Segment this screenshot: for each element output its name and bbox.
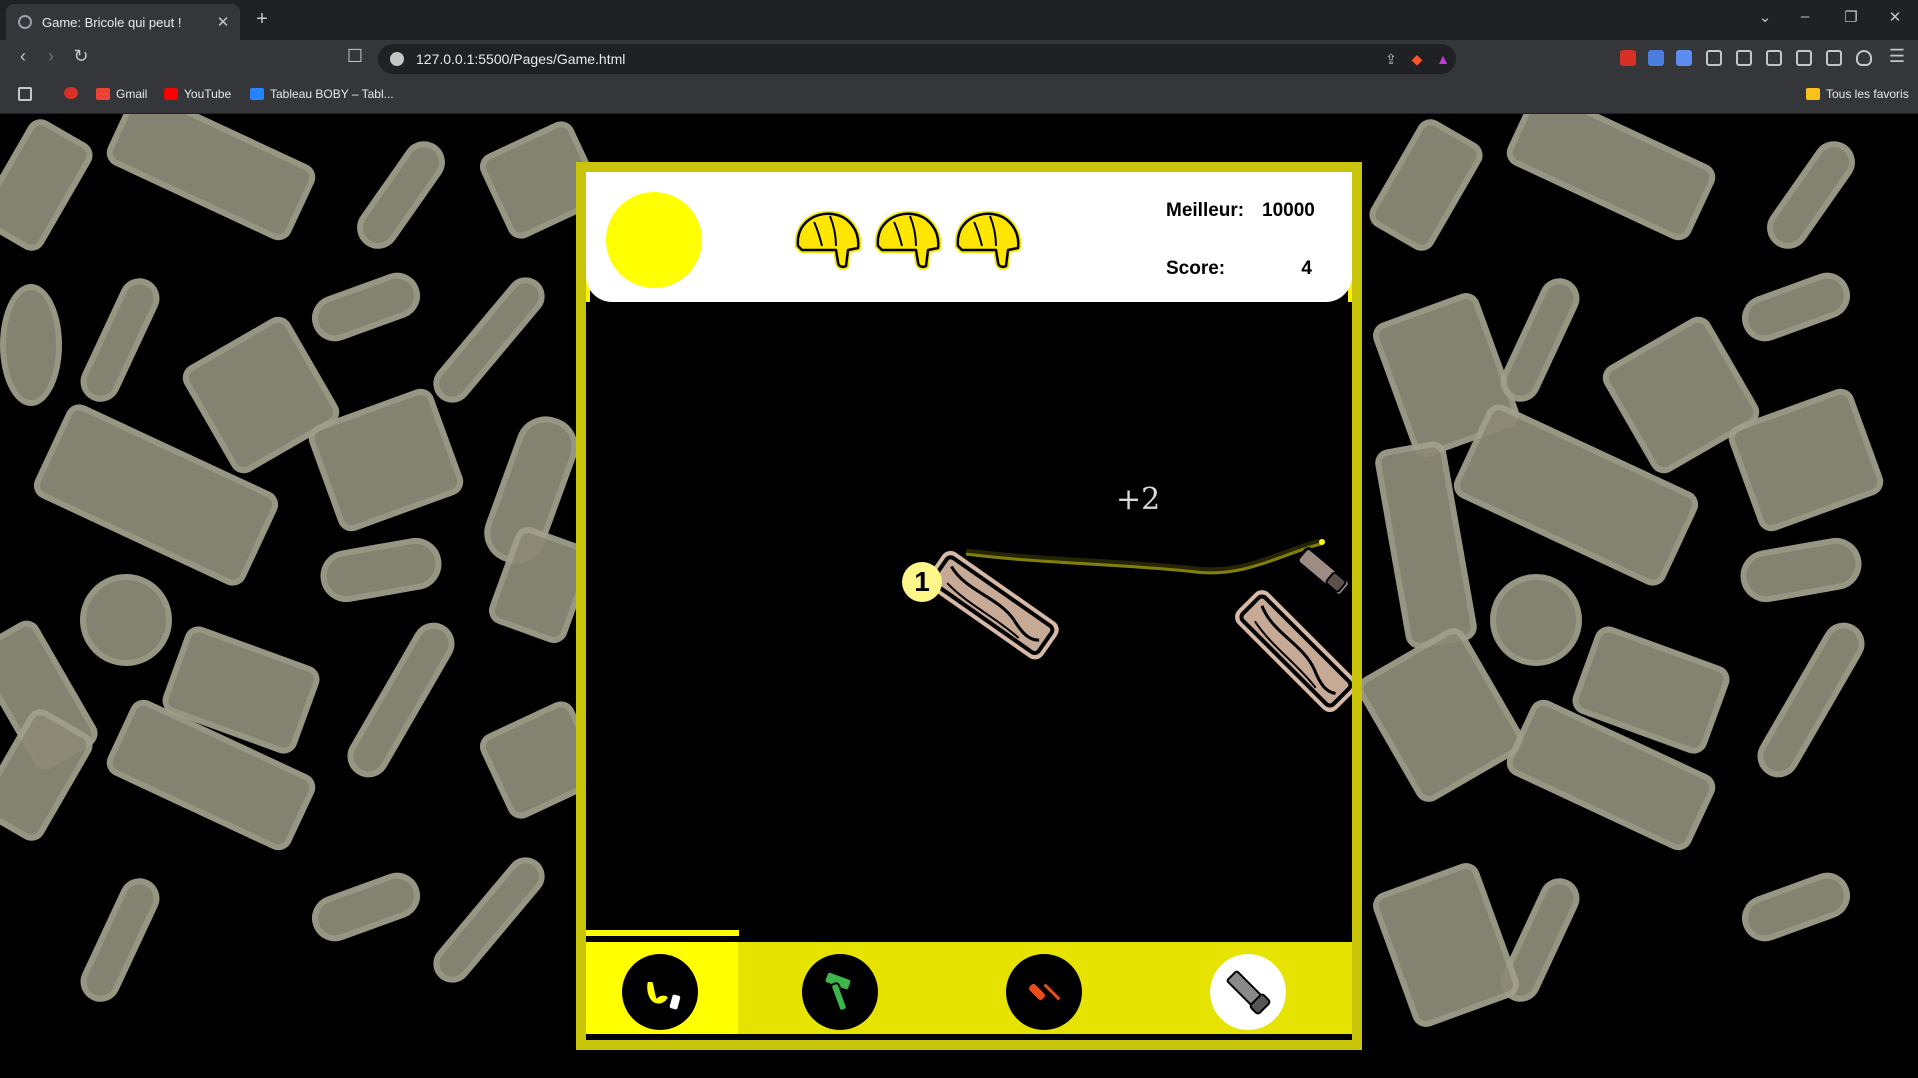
browser-toolbar: ‹ › ↻ ☐ 127.0.0.1:5500/Pages/Game.html ⇪… <box>0 40 1918 78</box>
wallpaper-nail-icon <box>1493 271 1587 409</box>
globe-icon <box>18 15 32 29</box>
slice-trail-glow <box>965 538 1322 575</box>
wallpaper-roller-icon <box>1736 533 1866 607</box>
life-helmet-icon <box>794 210 862 270</box>
apps-grid-icon[interactable] <box>18 87 32 101</box>
play-field[interactable]: +2 1 <box>586 302 1352 936</box>
youtube-icon <box>164 88 178 100</box>
close-tab-icon[interactable]: ✕ <box>212 13 234 31</box>
tools-bar <box>586 930 1352 1040</box>
menu-icon[interactable]: ☰ <box>1884 46 1910 67</box>
reload-button[interactable]: ↻ <box>68 46 94 67</box>
new-tab-button[interactable]: + <box>250 8 274 31</box>
translate-icon[interactable] <box>1648 50 1664 66</box>
restore-button[interactable]: ❐ <box>1836 8 1866 26</box>
forward-button[interactable]: › <box>38 46 64 67</box>
vpn-icon[interactable] <box>1856 50 1872 66</box>
browser-tab[interactable]: Game: Bricole qui peut ! ✕ <box>6 4 240 40</box>
browser-tab-strip: Game: Bricole qui peut ! ✕ + ⌄ – ❐ ✕ <box>0 0 1918 40</box>
saw-cursor-icon <box>1296 547 1351 597</box>
atlassian-icon <box>250 88 264 100</box>
wallpaper-nail-icon <box>73 271 167 409</box>
wallpaper-wrench-icon <box>1758 132 1864 258</box>
wallpaper-pencil-icon <box>425 269 553 411</box>
puzzle-icon[interactable] <box>1706 50 1722 66</box>
gmail-icon <box>96 88 110 100</box>
wood-plank-target[interactable] <box>923 547 1063 663</box>
wallpaper-wrench-icon <box>1749 615 1873 785</box>
game-page: Meilleur: 10000 Score: 4 +2 1 <box>0 114 1918 1078</box>
wallpaper-wrench-icon <box>348 132 454 258</box>
screwdriver-icon <box>1027 982 1062 1002</box>
wallpaper-wrench-icon <box>339 615 463 785</box>
wallpaper-pencil-icon <box>425 849 553 991</box>
wallpaper-screw-icon <box>305 266 427 348</box>
close-window-button[interactable]: ✕ <box>1880 8 1910 26</box>
bookmarks-bar: Gmail YouTube Tableau BOBY – Tabl... Tou… <box>0 78 1918 114</box>
saw-icon <box>1226 970 1271 1015</box>
game-frame: Meilleur: 10000 Score: 4 +2 1 <box>576 162 1362 1050</box>
address-bar[interactable]: 127.0.0.1:5500/Pages/Game.html ⇪ ◆ ▲ <box>378 44 1456 74</box>
blade-tip <box>1319 539 1325 545</box>
wallpaper-roller-icon <box>316 533 446 607</box>
score-label: Score: <box>1166 258 1226 279</box>
score-value: 4 <box>1301 258 1312 279</box>
bookmark-gmail[interactable]: Gmail <box>96 87 147 101</box>
bookmark-youtube[interactable]: YouTube <box>164 87 231 101</box>
bookmark-star-icon[interactable]: ☐ <box>342 46 368 67</box>
life-helmet-icon <box>874 210 942 270</box>
wallpaper-nut-icon <box>80 574 172 666</box>
wood-plank-target[interactable] <box>1231 586 1352 716</box>
wallpaper-knife-icon <box>1364 114 1488 256</box>
brave-rewards-icon[interactable]: ▲ <box>1430 51 1456 67</box>
game-header: Meilleur: 10000 Score: 4 <box>586 172 1352 302</box>
sidebar-icon[interactable] <box>1766 50 1782 66</box>
leo-ai-icon[interactable] <box>1826 50 1842 66</box>
wallpaper-screw-icon <box>1735 866 1857 948</box>
tool-saw-button[interactable] <box>1210 954 1286 1030</box>
tab-search-icon[interactable]: ⌄ <box>1750 8 1780 26</box>
brave-shield-icon[interactable]: ◆ <box>1404 51 1430 68</box>
tool-arm-button[interactable] <box>622 954 698 1030</box>
extension-icon[interactable] <box>1620 50 1636 66</box>
bookmark-tableau-boby[interactable]: Tableau BOBY – Tabl... <box>250 87 394 101</box>
hammer-icon <box>823 970 853 1012</box>
life-helmet-icon <box>954 210 1022 270</box>
all-bookmarks[interactable]: Tous les favoris <box>1806 87 1909 101</box>
tools-bar-bottom-border <box>586 1034 1352 1040</box>
arm-icon <box>645 980 681 1010</box>
wallpaper-screw-icon <box>1735 266 1857 348</box>
best-score-label: Meilleur: <box>1166 200 1245 221</box>
wallpaper-nail-icon <box>73 871 167 1009</box>
back-button[interactable]: ‹ <box>10 46 36 67</box>
share-icon[interactable]: ⇪ <box>1378 51 1404 68</box>
best-score-value: 10000 <box>1262 200 1315 221</box>
wallet-icon[interactable] <box>1796 50 1812 66</box>
wallpaper-knife-icon <box>0 114 98 256</box>
minimize-button[interactable]: – <box>1790 8 1820 25</box>
wallpaper-plank-icon <box>1502 114 1720 245</box>
lives-display <box>792 206 1024 272</box>
url-text[interactable]: 127.0.0.1:5500/Pages/Game.html <box>416 51 1378 67</box>
folder-icon <box>1806 88 1820 100</box>
wallpaper-bag-icon <box>1369 859 1523 1031</box>
sun-icon <box>606 192 702 288</box>
wallpaper-plank-icon <box>102 114 320 245</box>
wallpaper-bag-icon <box>0 284 62 406</box>
tool-hammer-button[interactable] <box>802 954 878 1030</box>
wallpaper-nut-icon <box>1490 574 1582 666</box>
site-info-icon[interactable] <box>390 52 404 66</box>
tool-screwdriver-button[interactable] <box>1006 954 1082 1030</box>
wallpaper-screw-icon <box>305 866 427 948</box>
extension-icon[interactable] <box>1676 50 1692 66</box>
download-icon[interactable] <box>1736 50 1752 66</box>
tab-title: Game: Bricole qui peut ! <box>42 14 182 30</box>
bookmark-site-icon[interactable] <box>64 87 78 99</box>
combo-badge: 1 <box>902 562 942 602</box>
play-field-canvas <box>923 538 1352 716</box>
